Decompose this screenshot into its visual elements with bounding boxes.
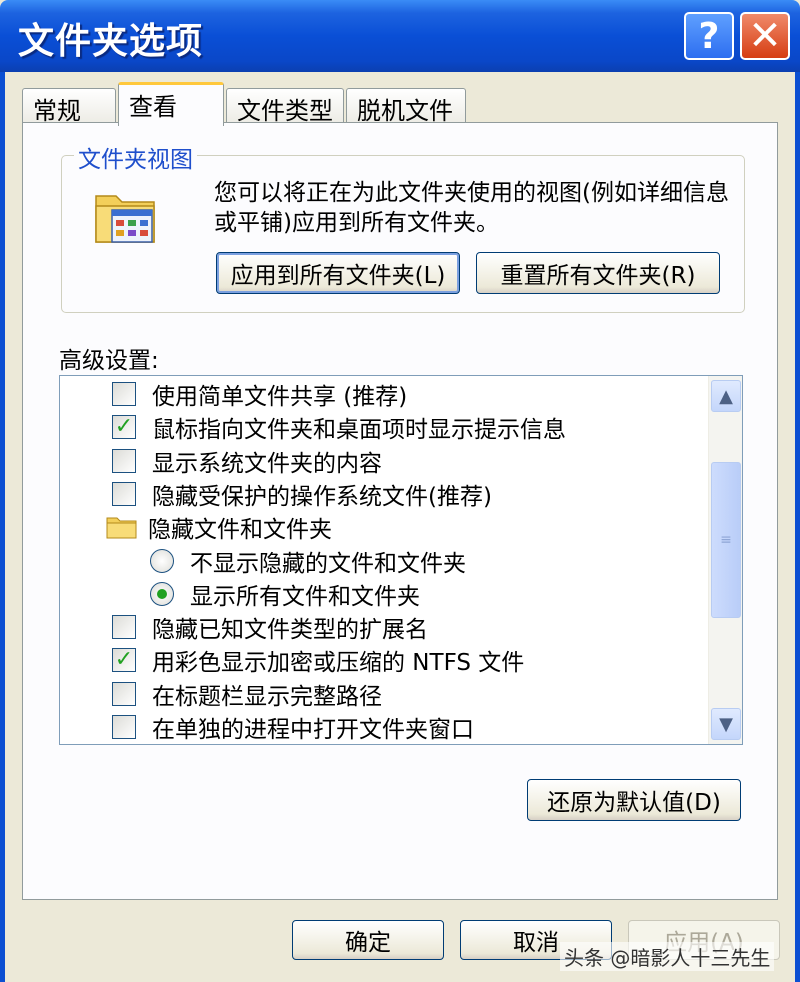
checkbox[interactable]: ✓: [112, 414, 136, 440]
list-item-label: 显示所有文件和文件夹: [190, 583, 420, 610]
list-item-label: 在标题栏显示完整路径: [152, 683, 382, 710]
scroll-down-button[interactable]: ▼: [711, 708, 741, 740]
window-title: 文件夹选项: [18, 21, 204, 62]
list-item-label: 使用简单文件共享 (推荐): [152, 384, 408, 410]
list-item[interactable]: 显示系统文件夹的内容: [112, 445, 382, 477]
list-item[interactable]: 使用简单文件共享 (推荐): [112, 378, 407, 410]
folder-icon: [106, 517, 137, 539]
scroll-up-button[interactable]: ▲: [711, 380, 741, 412]
list-item-label: 在单独的进程中打开文件夹窗口: [152, 717, 474, 743]
checkbox[interactable]: [112, 715, 136, 739]
list-item[interactable]: 不显示隐藏的文件和文件夹: [150, 545, 466, 577]
tab-view[interactable]: 查看: [118, 82, 224, 126]
tab-general[interactable]: 常规: [22, 88, 116, 125]
radio-button[interactable]: [150, 548, 174, 573]
list-item-label: 用彩色显示加密或压缩的 NTFS 文件: [152, 650, 525, 677]
apply-to-all-folders-button[interactable]: 应用到所有文件夹(L): [216, 252, 460, 294]
list-item[interactable]: ✓ 用彩色显示加密或压缩的 NTFS 文件: [112, 644, 524, 676]
list-item-label: 隐藏受保护的操作系统文件(推荐): [152, 483, 492, 510]
tab-offline-files[interactable]: 脱机文件: [346, 88, 466, 125]
list-item-label: 鼠标指向文件夹和桌面项时显示提示信息: [152, 417, 566, 444]
check-icon: ✓: [114, 647, 134, 673]
checkbox[interactable]: [112, 481, 136, 506]
chevron-up-icon: ▲: [719, 385, 733, 407]
help-icon: ?: [698, 15, 720, 57]
radio-button[interactable]: [150, 581, 174, 606]
check-icon: ✓: [114, 414, 134, 440]
checkbox[interactable]: [112, 448, 136, 473]
advanced-settings-list[interactable]: 使用简单文件共享 (推荐) ✓ 鼠标指向文件夹和桌面项时显示提示信息 显示系统文件夹的…: [59, 375, 743, 745]
list-item[interactable]: 隐藏受保护的操作系统文件(推荐): [112, 478, 492, 510]
list-item[interactable]: 在单独的进程中打开文件夹窗口: [112, 711, 474, 743]
list-item-label: 隐藏已知文件类型的扩展名: [152, 617, 428, 644]
checkbox[interactable]: ✓: [112, 647, 136, 673]
tab-file-types[interactable]: 文件类型: [226, 88, 344, 125]
close-icon: ✕: [748, 13, 782, 59]
list-item-label: 显示系统文件夹的内容: [152, 450, 382, 477]
checkbox[interactable]: [112, 615, 136, 640]
folder-view-icon: [95, 195, 155, 243]
window-frame-right: [795, 72, 800, 982]
radio-selected-icon: [157, 588, 167, 599]
list-item: 隐藏文件和文件夹: [106, 511, 332, 543]
list-item[interactable]: 在标题栏显示完整路径: [112, 678, 382, 710]
advanced-settings-label: 高级设置:: [59, 348, 159, 374]
list-item[interactable]: 显示所有文件和文件夹: [150, 578, 420, 610]
reset-all-folders-button[interactable]: 重置所有文件夹(R): [476, 252, 720, 294]
list-item-label: 隐藏文件和文件夹: [148, 517, 332, 544]
checkbox[interactable]: [112, 382, 136, 406]
scroll-thumb[interactable]: ≡: [711, 462, 741, 618]
restore-defaults-button[interactable]: 还原为默认值(D): [527, 779, 741, 821]
close-button[interactable]: ✕: [740, 12, 790, 60]
folder-view-group: 文件夹视图 您可以将正在为此文件夹使用的视图(例如详细信息或平铺)应用到所有文件…: [61, 140, 745, 313]
folder-view-legend: 文件夹视图: [74, 140, 197, 174]
window-frame-left: [0, 72, 5, 982]
ok-button[interactable]: 确定: [292, 920, 444, 960]
tab-page-view: 文件夹视图 您可以将正在为此文件夹使用的视图(例如详细信息或平铺)应用到所有文件…: [22, 122, 778, 900]
folder-view-description: 您可以将正在为此文件夹使用的视图(例如详细信息或平铺)应用到所有文件夹。: [214, 180, 729, 236]
chevron-down-icon: ▼: [719, 713, 733, 735]
checkbox[interactable]: [112, 681, 136, 706]
list-item[interactable]: 隐藏已知文件类型的扩展名: [112, 611, 428, 643]
list-item-label: 不显示隐藏的文件和文件夹: [190, 550, 466, 577]
help-button[interactable]: ?: [684, 12, 734, 60]
list-scrollbar[interactable]: ▲ ≡ ▼: [708, 376, 742, 744]
title-bar[interactable]: 文件夹选项 ? ✕: [0, 0, 800, 72]
watermark-text: 头条 @暗影人十三先生: [560, 942, 775, 971]
list-item[interactable]: ✓ 鼠标指向文件夹和桌面项时显示提示信息: [112, 411, 566, 443]
grip-icon: ≡: [720, 532, 732, 548]
